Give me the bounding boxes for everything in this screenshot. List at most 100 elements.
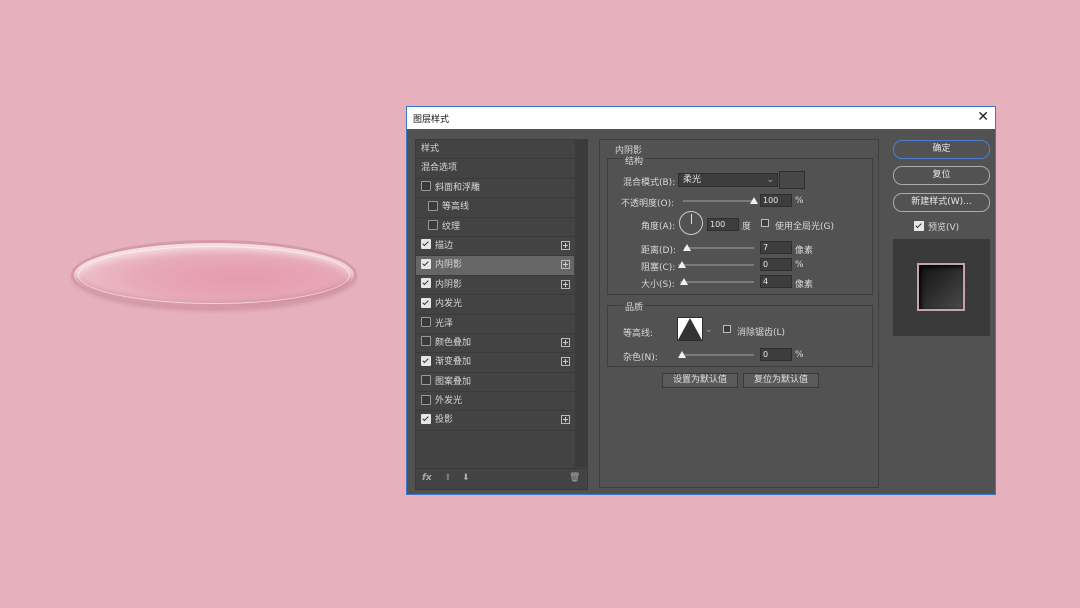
distance-unit: 像素 [795,246,814,256]
style-item[interactable]: 斜面和浮雕 [416,179,574,199]
size-slider-track[interactable] [680,281,754,283]
style-item[interactable]: 颜色叠加 [416,334,574,354]
set-default-button[interactable]: 设置为默认值 [662,373,738,388]
add-instance-icon[interactable] [561,415,570,425]
trash-icon[interactable]: 🗑 [569,473,580,483]
style-checkbox[interactable] [421,413,431,424]
style-checkbox[interactable] [421,297,431,308]
antialias-checkbox[interactable] [723,325,731,333]
style-item[interactable]: 内阴影 [416,256,574,276]
style-item-label: 描边 [435,240,454,251]
quality-group: 品质 等高线: ⌄ 消除锯齿(L) 杂色(N): 0 % [607,300,873,367]
style-item[interactable]: 图案叠加 [416,373,574,393]
style-checkbox[interactable] [421,317,431,328]
new-style-button[interactable]: 新建样式(W)... [893,193,990,212]
style-item[interactable]: 纹理 [416,218,574,237]
style-checkbox[interactable] [421,336,431,347]
style-checkbox[interactable] [421,278,431,289]
style-item-label: 内发光 [435,299,463,310]
style-item-label: 图案叠加 [435,376,472,387]
noise-input[interactable]: 0 [760,348,792,361]
style-checkbox[interactable] [428,220,438,231]
size-input[interactable]: 4 [760,275,792,288]
preview-label: 预览(V) [928,223,960,233]
opacity-label: 不透明度(O): [621,199,675,209]
choke-slider-thumb[interactable] [678,261,686,268]
preview-checkbox[interactable] [914,221,924,231]
style-item[interactable]: 投影 [416,411,574,431]
blend-mode-select[interactable]: 柔光 ⌄ [678,173,778,187]
contour-preview[interactable] [677,317,703,341]
choke-label: 阻塞(C): [641,263,676,273]
style-checkbox[interactable] [421,394,431,405]
style-item-label: 等高线 [442,202,470,213]
layer-style-dialog: 图层样式 ✕ 样式混合选项斜面和浮雕等高线纹理描边内阴影 内阴影内发光光泽颜色叠加… [406,106,996,495]
noise-slider-track[interactable] [680,354,754,356]
style-item[interactable]: 样式 [416,140,574,160]
fx-icon[interactable]: fx [422,473,432,483]
size-slider-thumb[interactable] [680,278,688,285]
style-checkbox[interactable] [428,200,438,211]
global-light-checkbox[interactable] [761,219,769,227]
add-instance-icon[interactable] [561,357,570,367]
angle-input[interactable]: 100 [707,218,739,231]
opacity-slider-track[interactable] [683,200,755,202]
distance-input[interactable]: 7 [760,241,792,254]
opacity-input[interactable]: 100 [760,194,792,207]
style-item[interactable]: 渐变叠加 [416,353,574,373]
style-list-panel: 样式混合选项斜面和浮雕等高线纹理描边内阴影 内阴影内发光光泽颜色叠加 渐变叠加图案叠… [415,139,588,490]
style-item-label: 纹理 [442,221,461,232]
opacity-slider-thumb[interactable] [750,197,758,204]
reset-default-button[interactable]: 复位为默认值 [743,373,819,388]
opacity-unit: % [795,196,804,206]
contour-label: 等高线: [623,329,654,339]
reset-button[interactable]: 复位 [893,166,990,185]
style-list-scrollbar[interactable] [575,140,587,467]
size-unit: 像素 [795,280,814,290]
noise-slider-thumb[interactable] [678,351,686,358]
dialog-title: 图层样式 [413,115,450,125]
style-item-label: 样式 [421,144,440,154]
style-item[interactable]: 内发光 [416,295,574,315]
shadow-color-swatch[interactable] [779,171,805,189]
style-item[interactable]: 混合选项 [416,159,574,179]
distance-slider-thumb[interactable] [683,244,691,251]
noise-label: 杂色(N): [623,353,658,363]
ok-button[interactable]: 确定 [893,140,990,159]
style-item-label: 光泽 [435,318,454,329]
chevron-down-icon: ⌄ [766,175,774,185]
preview-swatch [917,263,965,311]
move-down-icon[interactable]: ⬇ [462,473,470,483]
style-preview-thumbnail [893,239,990,336]
choke-input[interactable]: 0 [760,258,792,271]
antialias-label: 消除锯齿(L) [737,328,786,338]
angle-dial[interactable] [679,211,703,235]
style-checkbox[interactable] [421,239,431,250]
close-icon[interactable]: ✕ [977,109,989,125]
style-checkbox[interactable] [421,375,431,386]
distance-label: 距离(D): [641,246,676,256]
style-list-toolbar: fx ⬆ ⬇ 🗑 [416,468,587,489]
style-checkbox[interactable] [421,258,431,269]
choke-slider-track[interactable] [678,264,754,266]
blend-mode-value: 柔光 [683,175,702,185]
size-label: 大小(S): [641,280,675,290]
style-item-label: 投影 [435,415,454,426]
style-item[interactable]: 光泽 [416,315,574,334]
distance-slider-track[interactable] [684,247,754,249]
style-item[interactable]: 内阴影 [416,276,574,296]
chevron-down-icon[interactable]: ⌄ [705,325,713,335]
add-instance-icon[interactable] [561,260,570,270]
move-up-icon[interactable]: ⬆ [444,473,452,483]
style-item-label: 混合选项 [421,163,458,174]
add-instance-icon[interactable] [561,337,570,347]
add-instance-icon[interactable] [561,279,570,289]
style-item[interactable]: 外发光 [416,392,574,412]
style-checkbox[interactable] [421,181,431,192]
structure-group: 结构 混合模式(B): 柔光 ⌄ 不透明度(O): 100 % 角度(A): 1… [607,154,873,295]
style-checkbox[interactable] [421,355,431,366]
style-item[interactable]: 等高线 [416,198,574,218]
add-instance-icon[interactable] [561,240,570,250]
inner-shadow-panel: 内阴影 结构 混合模式(B): 柔光 ⌄ 不透明度(O): 100 % 角度(A… [599,139,879,488]
style-item[interactable]: 描边 [416,237,574,257]
